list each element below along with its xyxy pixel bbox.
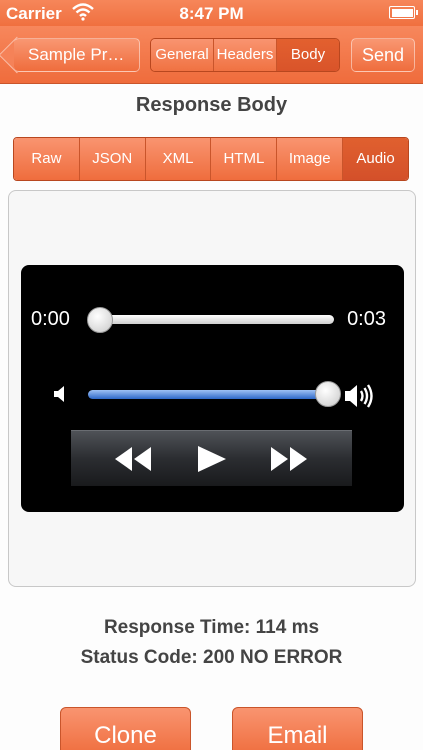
format-raw[interactable]: Raw [14, 138, 80, 180]
transport-controls [71, 430, 352, 486]
scrubber-thumb[interactable] [87, 307, 113, 333]
volume-slider-thumb[interactable] [315, 381, 341, 407]
format-segmented-control: Raw JSON XML HTML Image Audio [13, 137, 409, 181]
view-segmented-control: General Headers Body [150, 38, 340, 72]
response-time: Response Time: 114 ms [103, 617, 320, 638]
format-audio[interactable]: Audio [343, 138, 408, 180]
scrubber-track[interactable] [91, 315, 334, 324]
tab-headers[interactable]: Headers [214, 39, 277, 71]
rewind-icon[interactable] [113, 445, 153, 478]
format-image[interactable]: Image [277, 138, 344, 180]
back-button[interactable]: Sample Pr… [14, 38, 140, 72]
duration: 0:03 [347, 308, 386, 330]
section-title: Response Body [135, 94, 288, 116]
format-json[interactable]: JSON [79, 138, 146, 180]
volume-slider-track[interactable] [88, 390, 328, 399]
clock: 8:47 PM [179, 4, 244, 23]
tab-body[interactable]: Body [277, 39, 339, 71]
volume-low-icon [53, 385, 67, 408]
tab-general[interactable]: General [151, 39, 214, 71]
status-code: Status Code: 200 NO ERROR [80, 647, 343, 668]
format-html[interactable]: HTML [211, 138, 278, 180]
fast-forward-icon[interactable] [269, 445, 309, 478]
email-button[interactable]: Email [232, 707, 363, 750]
clone-button[interactable]: Clone [60, 707, 191, 750]
volume-high-icon [344, 381, 376, 416]
send-button[interactable]: Send [351, 38, 415, 72]
current-time: 0:00 [31, 308, 70, 330]
navigation-bar: Sample Pr… General Headers Body Send [0, 26, 423, 84]
battery-icon [389, 6, 418, 19]
format-xml[interactable]: XML [145, 138, 212, 180]
play-icon[interactable] [195, 445, 229, 478]
audio-player: 0:00 0:03 [21, 265, 404, 512]
status-bar: Carrier 8:47 PM [0, 0, 423, 26]
